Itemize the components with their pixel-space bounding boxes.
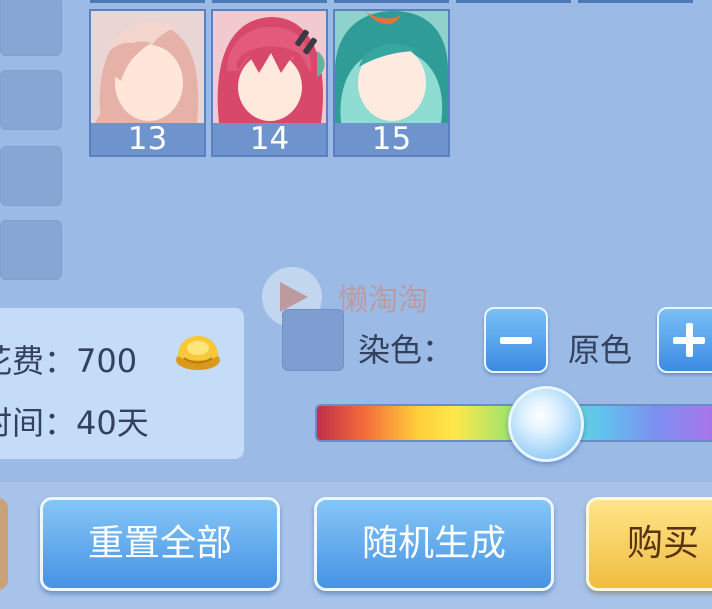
hairstyle-portrait xyxy=(91,11,204,123)
watermark-text: 懒淘淘 xyxy=(338,283,428,318)
cost-panel: 花费：700 时间：40天 xyxy=(0,308,244,459)
previous-row-edge xyxy=(334,0,449,3)
hairstyle-card-13[interactable]: 13 xyxy=(89,9,206,157)
side-slot-4[interactable] xyxy=(0,220,62,280)
side-slot-1[interactable] xyxy=(0,0,62,56)
gold-ingot-icon xyxy=(176,336,220,370)
previous-row-edge xyxy=(212,0,327,3)
dye-color-swatch[interactable] xyxy=(282,309,344,371)
reset-all-button[interactable]: 重置全部 xyxy=(40,497,280,591)
hairstyle-card-14[interactable]: 14 xyxy=(211,9,328,157)
side-slot-2[interactable] xyxy=(0,70,62,130)
hairstyle-portrait xyxy=(335,11,448,123)
dye-color-slider-knob[interactable] xyxy=(508,386,584,462)
plus-icon-vertical xyxy=(686,323,693,357)
time-line: 时间：40天 xyxy=(0,398,149,444)
hairstyle-number: 15 xyxy=(335,123,448,155)
fee-value: 700 xyxy=(76,342,138,380)
hairstyle-number: 14 xyxy=(213,123,326,155)
hairstyle-card-15[interactable]: 15 xyxy=(333,9,450,157)
buy-button[interactable]: 购买 xyxy=(586,497,712,591)
previous-row-edge xyxy=(578,0,693,3)
previous-row-edge xyxy=(456,0,571,3)
fee-line: 花费：700 xyxy=(0,336,137,382)
dye-decrease-button[interactable] xyxy=(484,307,548,373)
dye-label: 染色： xyxy=(358,331,455,369)
dye-increase-button[interactable] xyxy=(657,307,712,373)
side-slot-3[interactable] xyxy=(0,146,62,206)
random-generate-button[interactable]: 随机生成 xyxy=(314,497,554,591)
hairstyle-portrait xyxy=(213,11,326,123)
partial-button-left[interactable] xyxy=(0,498,8,590)
previous-row-edge xyxy=(90,0,205,3)
time-label: 时间： xyxy=(0,404,77,442)
time-value: 40天 xyxy=(76,404,149,442)
fee-label: 花费： xyxy=(0,342,77,380)
original-color-label: 原色 xyxy=(568,331,633,369)
hairstyle-number: 13 xyxy=(91,123,204,155)
minus-icon xyxy=(500,337,532,344)
